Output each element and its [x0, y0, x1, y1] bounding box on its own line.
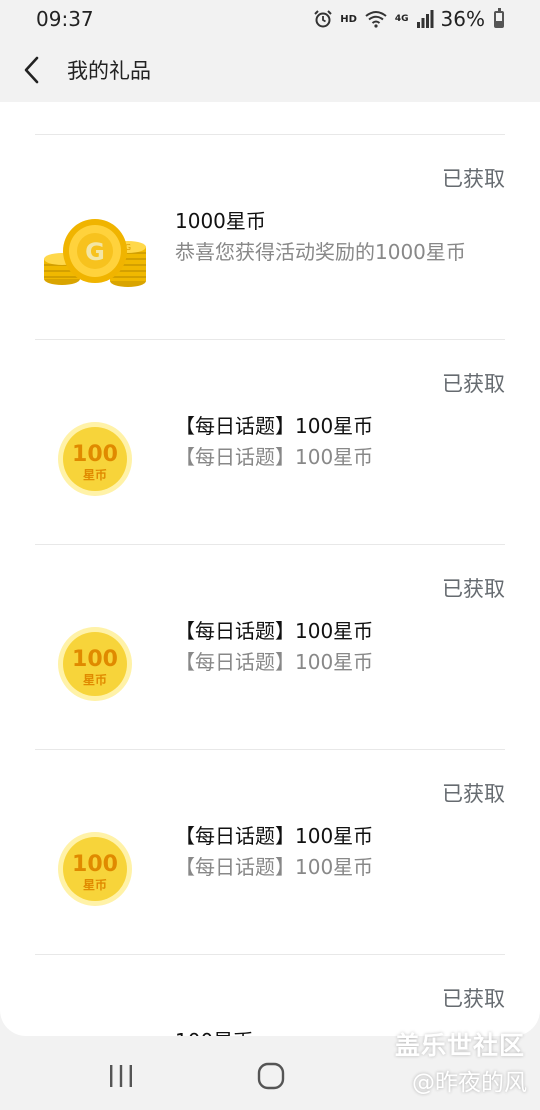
gift-status: 已获取: [442, 782, 505, 806]
battery-icon: [494, 7, 504, 28]
gift-title: 1000星币: [175, 209, 266, 233]
watermark-user: @昨夜的风: [412, 1070, 527, 1096]
network-type-label: 4G: [394, 14, 409, 24]
page-title: 我的礼品: [67, 59, 151, 83]
status-time: 09:37: [36, 7, 94, 31]
gift-status: 已获取: [442, 167, 505, 191]
gift-item[interactable]: 已获取 100 星币 【每日话题】100星币 【每日话题】100星币: [35, 749, 505, 954]
gift-status: 已获取: [442, 577, 505, 601]
gift-item[interactable]: 已获取 100星币: [35, 954, 505, 1036]
coin-amount: 100: [72, 442, 118, 467]
gift-item[interactable]: 已获取 G G 1000星币 恭喜您获得活动奖励的1000星币: [35, 134, 505, 339]
gift-list: 已获取 G G 1000星币 恭喜您获得活动奖励的1000星币 已获取 100 …: [35, 134, 505, 1036]
coin-unit: 星币: [83, 468, 107, 482]
gift-item[interactable]: 已获取 100 星币 【每日话题】100星币 【每日话题】100星币: [35, 339, 505, 544]
gift-title: 【每日话题】100星币: [175, 414, 374, 438]
gift-description: 恭喜您获得活动奖励的1000星币: [175, 240, 466, 264]
home-icon[interactable]: [256, 1061, 286, 1091]
alarm-icon: [314, 10, 332, 28]
signal-icon: [416, 10, 434, 28]
gift-title: 【每日话题】100星币: [175, 824, 374, 848]
coin-100-icon: 100 星币: [58, 422, 132, 496]
battery-percent: 36%: [440, 7, 485, 31]
gift-description: 【每日话题】100星币: [175, 650, 374, 674]
gift-list-card: 已获取 G G 1000星币 恭喜您获得活动奖励的1000星币 已获取 100 …: [0, 102, 540, 1036]
status-bar: 09:37 HD 4G 36%: [0, 0, 540, 38]
back-button[interactable]: [0, 38, 64, 102]
gift-item[interactable]: 已获取 100 星币 【每日话题】100星币 【每日话题】100星币: [35, 544, 505, 749]
gift-title: 【每日话题】100星币: [175, 619, 374, 643]
coin-100-icon: 100 星币: [58, 832, 132, 906]
coin-100-icon: 100 星币: [58, 627, 132, 701]
coin-amount: 100: [72, 647, 118, 672]
coin-unit: 星币: [83, 878, 107, 892]
gift-title: 100星币: [175, 1025, 253, 1036]
wifi-icon: [365, 11, 387, 28]
coin-unit: 星币: [83, 673, 107, 687]
app-header: 我的礼品: [0, 38, 540, 102]
coin-letter: G: [85, 238, 105, 266]
recent-apps-icon[interactable]: [105, 1064, 137, 1088]
chevron-left-icon: [24, 56, 39, 84]
gold-coins-stack-icon: G G: [44, 219, 146, 287]
gift-description: 【每日话题】100星币: [175, 855, 374, 879]
gift-description: 【每日话题】100星币: [175, 445, 374, 469]
watermark-community: 盖乐世社区: [395, 1031, 526, 1060]
hd-label: HD: [340, 13, 357, 25]
gift-status: 已获取: [442, 372, 505, 396]
gift-status: 已获取: [442, 987, 505, 1011]
status-icons: HD 4G 36%: [313, 7, 504, 31]
coin-amount: 100: [72, 852, 118, 877]
